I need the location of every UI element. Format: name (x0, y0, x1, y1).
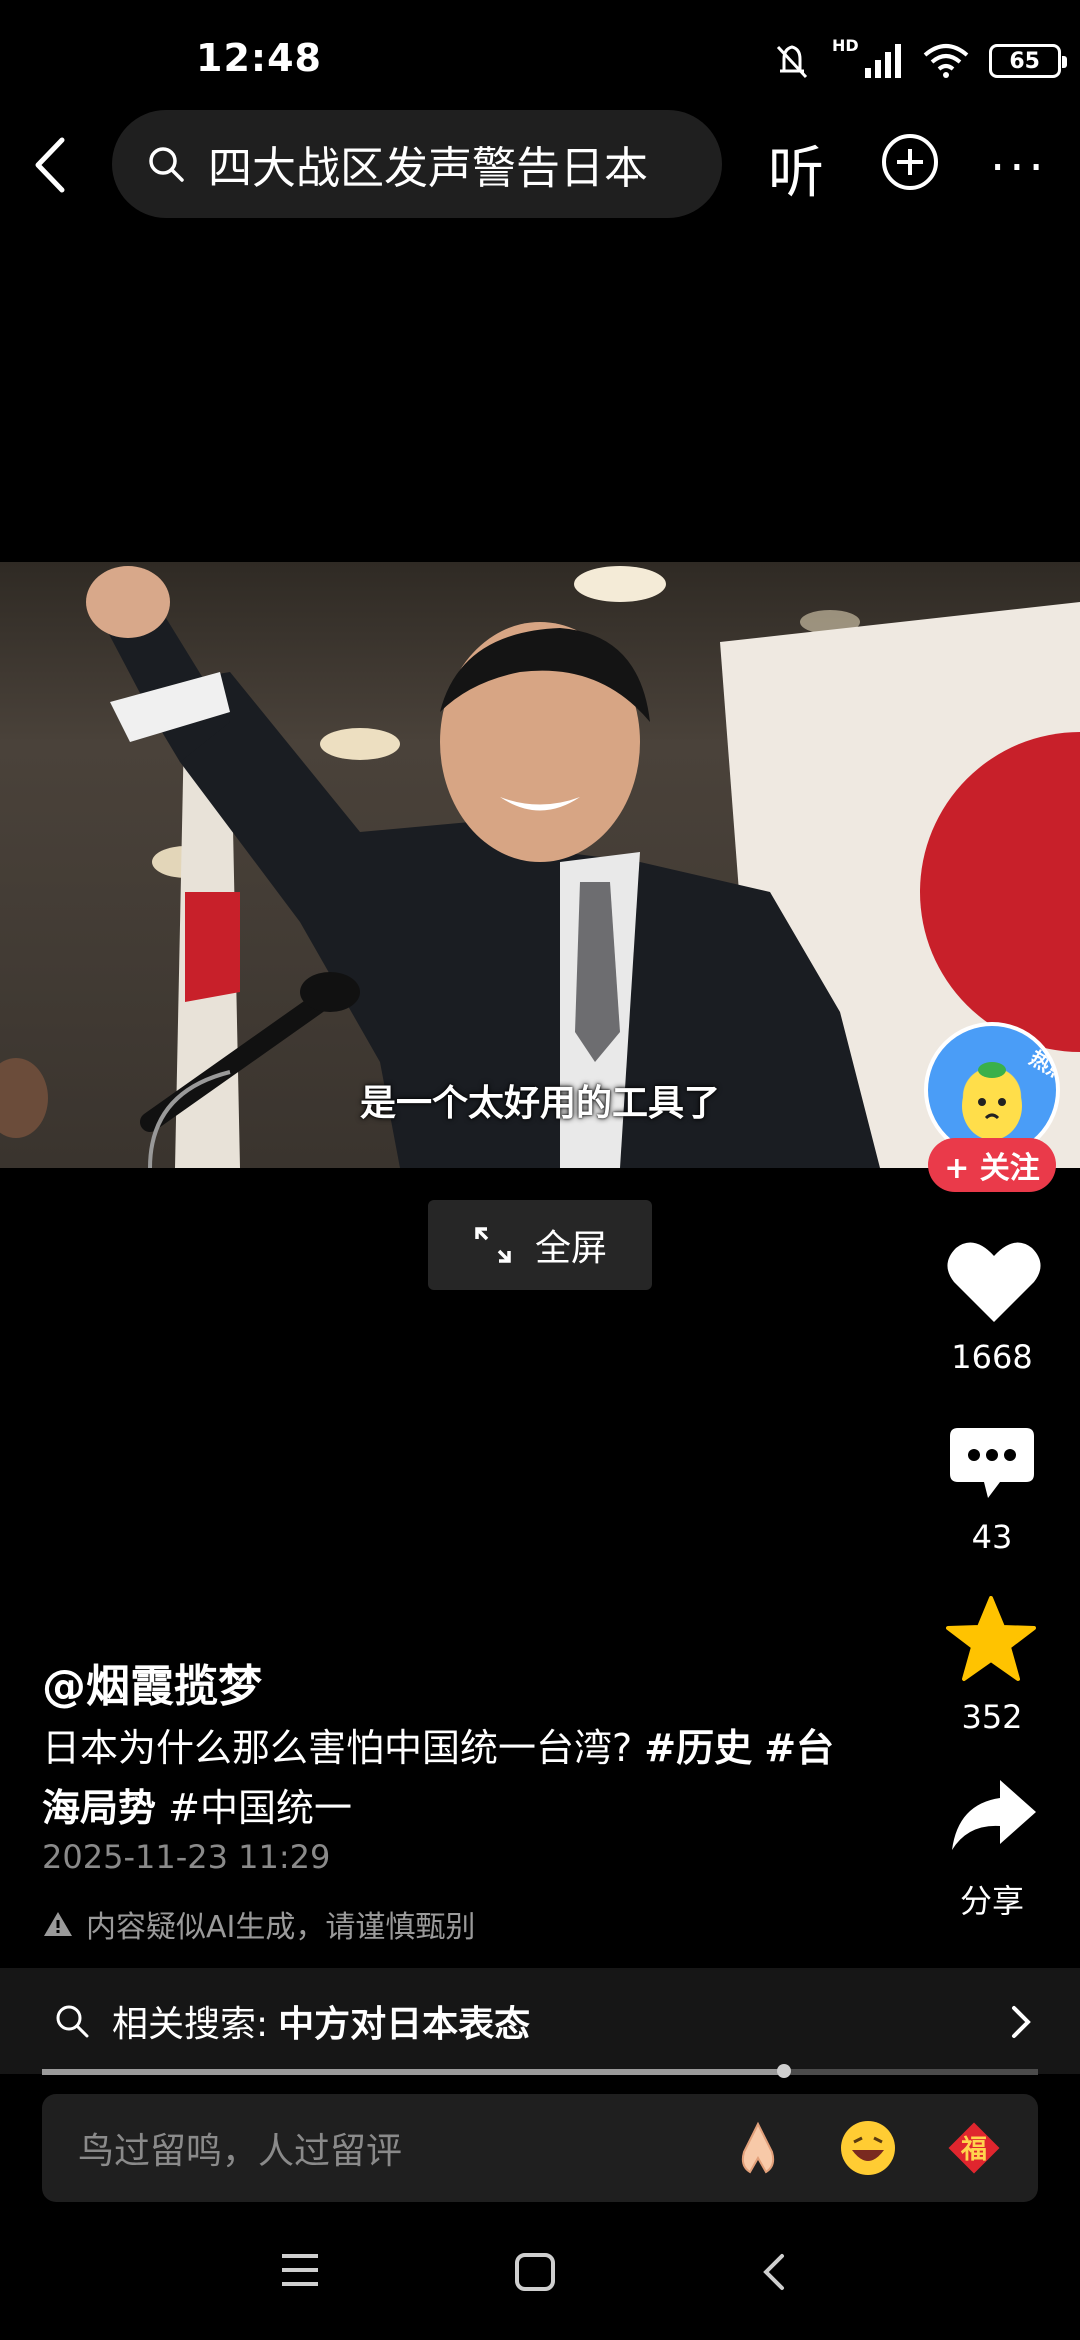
status-time: 12:48 (196, 36, 322, 80)
share-arrow-icon[interactable] (948, 1776, 1038, 1854)
like-count: 1668 (951, 1338, 1033, 1376)
related-search-keyword: 中方对日本表态 (278, 2004, 531, 2045)
status-icons: HD 65 (770, 36, 1067, 86)
recent-apps-icon[interactable] (280, 2252, 320, 2288)
share-label: 分享 (959, 1882, 1024, 1920)
network-hd-label: HD (832, 36, 859, 55)
wifi-icon (923, 44, 968, 78)
favorite-count: 352 (961, 1698, 1023, 1736)
post-caption: 日本为什么那么害怕中国统一台湾? #历史 #台海局势 #中国统一 (42, 1718, 872, 1838)
favorite-star-icon[interactable] (946, 1596, 1036, 1682)
author-name[interactable]: @烟霞揽梦 (42, 1650, 262, 1714)
ai-notice: 内容疑似AI生成，请谨慎甄别 (42, 1902, 475, 1946)
fullscreen-button[interactable]: 全屏 (428, 1200, 652, 1290)
fu-emoji-icon[interactable]: 福 (944, 2118, 1004, 2178)
follow-button[interactable]: + 关注 (928, 1138, 1056, 1192)
ai-notice-text: 内容疑似AI生成，请谨慎甄别 (86, 1910, 476, 1945)
fullscreen-label: 全屏 (534, 1228, 607, 1269)
fu-character: 福 (960, 2135, 987, 2165)
hashtag-history[interactable]: #历史 (644, 1726, 752, 1770)
expand-icon (475, 1227, 511, 1263)
add-icon[interactable] (880, 132, 940, 192)
search-icon (56, 2005, 89, 2038)
comment-placeholder: 鸟过留鸣，人过留评 (78, 2131, 403, 2172)
nav-back-icon[interactable] (762, 2252, 786, 2292)
progress-knob[interactable] (777, 2064, 792, 2078)
warning-icon (44, 1912, 72, 1936)
laugh-emoji-icon[interactable] (838, 2118, 898, 2191)
more-options-button[interactable]: ··· (990, 140, 1048, 196)
comment-count: 43 (971, 1518, 1013, 1556)
comment-icon[interactable] (948, 1424, 1036, 1502)
related-search-bar[interactable]: 相关搜索: 中方对日本表态 (0, 1968, 1080, 2074)
battery-indicator: 65 (988, 44, 1067, 78)
like-heart-icon[interactable] (944, 1236, 1044, 1326)
home-icon[interactable] (514, 2252, 556, 2292)
back-button[interactable] (22, 130, 78, 200)
hashtag-unification[interactable]: #中国统一 (168, 1786, 352, 1830)
caption-text: 日本为什么那么害怕中国统一台湾? (42, 1726, 633, 1770)
chevron-right-icon[interactable] (1008, 2004, 1034, 2040)
post-date: 2025-11-23 11:29 (42, 1838, 331, 1876)
mute-icon (776, 45, 808, 79)
video-subtitle: 是一个太好用的工具了 (359, 1083, 720, 1124)
listen-button[interactable]: 听 (768, 128, 824, 209)
related-search-label: 相关搜索: (112, 2004, 269, 2045)
progress-fill (42, 2069, 785, 2075)
search-icon (149, 147, 184, 182)
signal-icon (864, 44, 901, 78)
pray-emoji-icon[interactable] (728, 2118, 788, 2191)
search-bar[interactable]: 四大战区发声警告日本 (112, 110, 722, 218)
search-query: 四大战区发声警告日本 (208, 143, 648, 194)
